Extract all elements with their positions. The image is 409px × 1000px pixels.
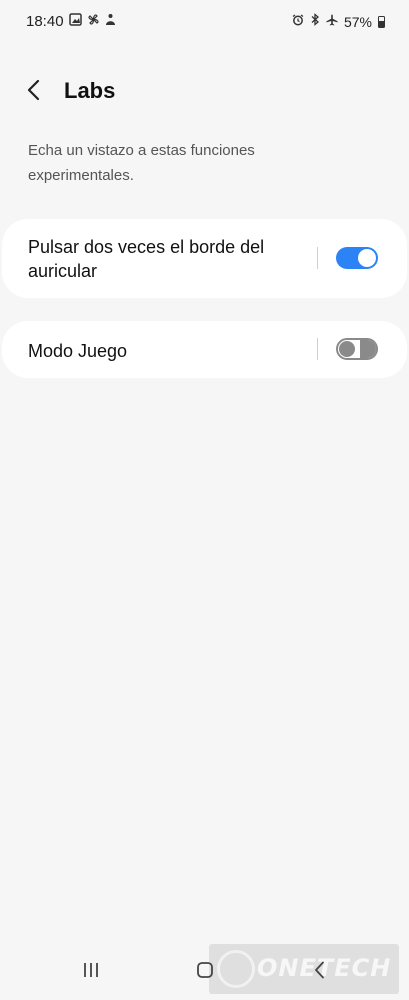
- chevron-left-icon: [26, 79, 42, 106]
- page-title: Labs: [64, 78, 116, 103]
- toggle-knob: [358, 249, 376, 267]
- toggle-track: [360, 340, 376, 358]
- back-button[interactable]: [18, 76, 50, 108]
- setting-card-game-mode[interactable]: Modo Juego: [2, 321, 407, 378]
- home-icon: [196, 961, 214, 984]
- recents-button[interactable]: [74, 958, 108, 986]
- home-button[interactable]: [188, 958, 222, 986]
- bixby-icon: [105, 13, 116, 31]
- status-left-icons: [69, 13, 116, 31]
- battery-icon: [378, 16, 385, 28]
- setting-label: Modo Juego: [28, 341, 128, 361]
- airplane-icon: [326, 13, 338, 31]
- setting-card-double-tap[interactable]: Pulsar dos veces el borde del auricular: [2, 219, 407, 298]
- description-text: Echa un vistazo a estas funciones experi…: [28, 142, 255, 184]
- navigation-bar: [0, 944, 409, 1000]
- divider: [317, 338, 318, 360]
- alarm-icon: [292, 13, 304, 31]
- screen: 18:40 57% Labs Echa un vistazo a estas f…: [0, 0, 409, 1000]
- setting-label: Pulsar dos veces el borde del auricular: [28, 237, 265, 281]
- toggle-knob: [339, 341, 355, 357]
- back-icon: [313, 961, 327, 984]
- status-bar: 18:40 57%: [0, 0, 409, 44]
- status-time: 18:40: [26, 13, 64, 30]
- pinwheel-icon: [87, 13, 100, 31]
- double-tap-toggle[interactable]: [336, 247, 378, 269]
- gallery-icon: [69, 13, 82, 31]
- divider: [317, 247, 318, 269]
- nav-back-button[interactable]: [303, 958, 337, 986]
- recents-icon: [82, 962, 100, 983]
- header: Labs: [0, 64, 409, 120]
- status-right: 57%: [292, 13, 385, 31]
- game-mode-toggle[interactable]: [336, 338, 378, 360]
- bluetooth-icon: [310, 13, 320, 31]
- battery-percent: 57%: [343, 14, 372, 30]
